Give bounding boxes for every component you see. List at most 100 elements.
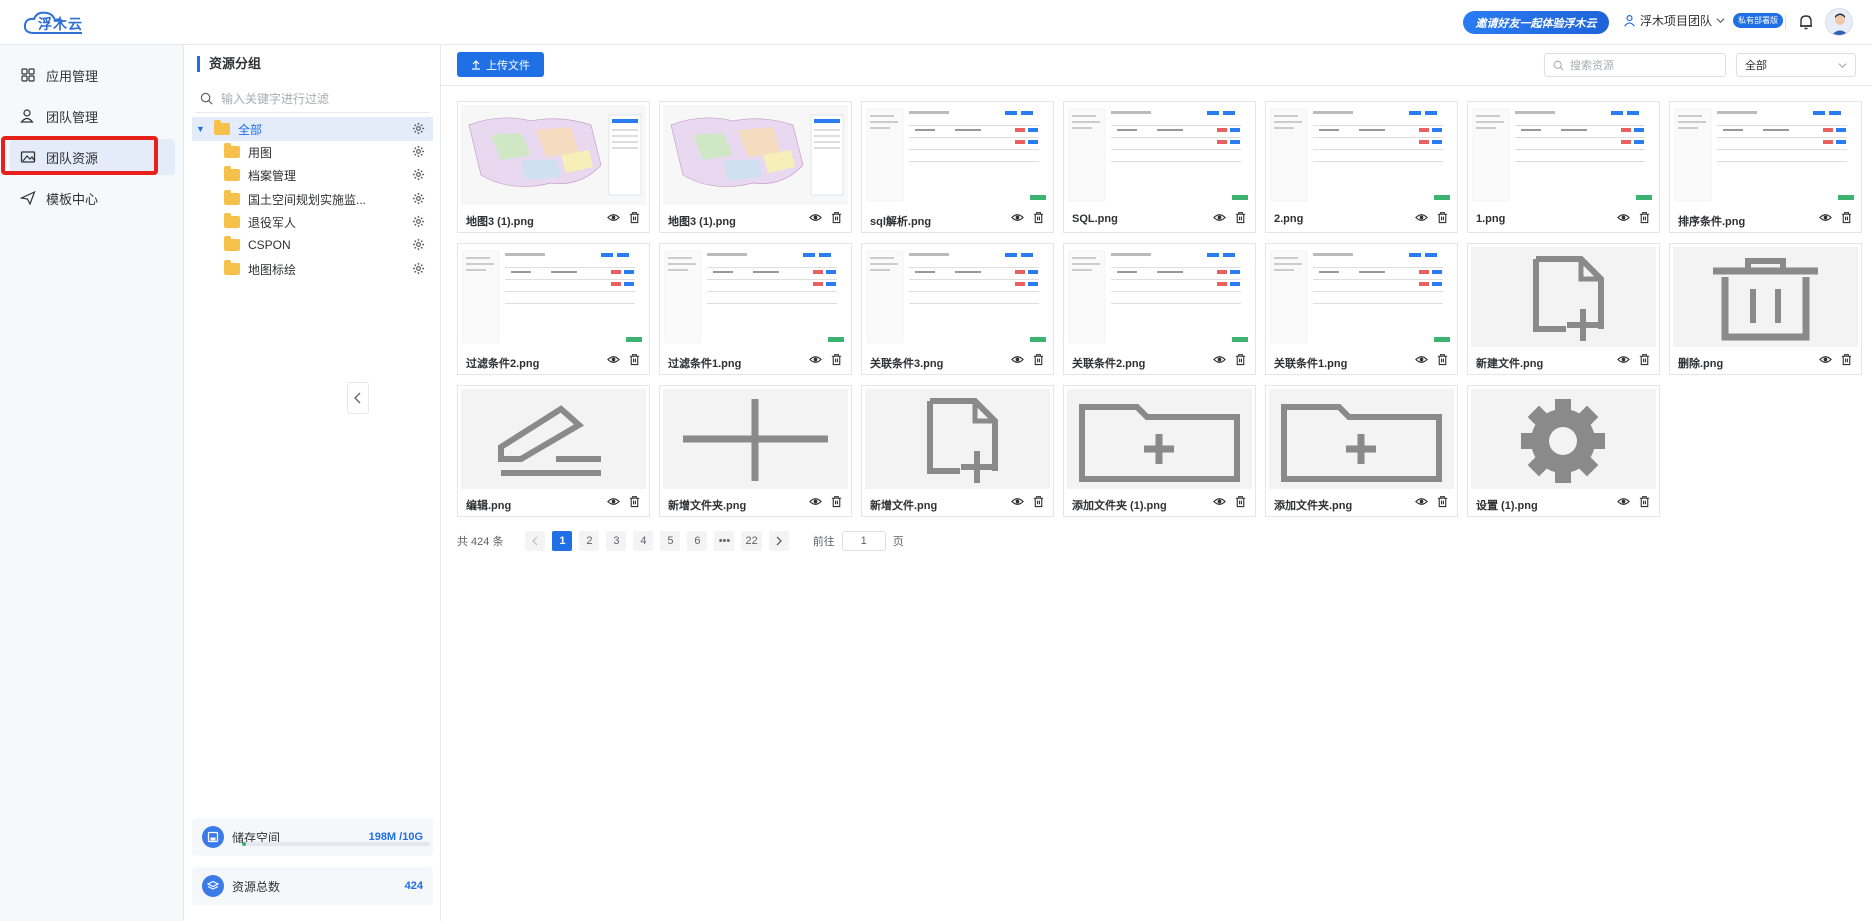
file-card[interactable]: 添加文件夹 (1).png [1063, 385, 1256, 517]
trash-icon[interactable] [830, 211, 843, 224]
bell-icon[interactable] [1797, 13, 1815, 31]
prev-page-button[interactable] [525, 531, 546, 551]
tree-node[interactable]: 国土空间规划实施监... [192, 187, 433, 211]
page-button[interactable]: 5 [660, 531, 681, 551]
file-thumbnail[interactable] [1067, 105, 1252, 205]
file-card[interactable]: 关联条件1.png [1265, 243, 1458, 375]
gear-icon[interactable] [412, 168, 425, 181]
eye-icon[interactable] [1213, 211, 1226, 224]
file-card[interactable]: 2.png [1265, 101, 1458, 233]
page-button[interactable]: 3 [606, 531, 627, 551]
file-card[interactable]: SQL.png [1063, 101, 1256, 233]
trash-icon[interactable] [1032, 353, 1045, 366]
trash-icon[interactable] [1436, 495, 1449, 508]
file-thumbnail[interactable] [865, 105, 1050, 205]
goto-page-input[interactable]: 1 [841, 531, 886, 551]
eye-icon[interactable] [607, 211, 620, 224]
page-button[interactable]: 22 [741, 531, 762, 551]
file-card[interactable]: 关联条件3.png [861, 243, 1054, 375]
upload-file-button[interactable]: 上传文件 [457, 52, 544, 77]
eye-icon[interactable] [1415, 353, 1428, 366]
gear-icon[interactable] [412, 238, 425, 251]
file-thumbnail[interactable] [1673, 105, 1858, 205]
invite-friends-button[interactable]: 邀请好友一起体验浮木云 [1463, 11, 1609, 34]
file-card[interactable]: 1.png [1467, 101, 1660, 233]
file-thumbnail[interactable] [1471, 105, 1656, 205]
trash-icon[interactable] [1638, 495, 1651, 508]
page-button[interactable]: 4 [633, 531, 654, 551]
collapse-panel-button[interactable] [347, 382, 369, 414]
gear-icon[interactable] [412, 262, 425, 275]
file-thumbnail[interactable] [1067, 389, 1252, 489]
eye-icon[interactable] [1617, 495, 1630, 508]
trash-icon[interactable] [1638, 211, 1651, 224]
next-page-button[interactable] [768, 531, 789, 551]
trash-icon[interactable] [1032, 211, 1045, 224]
eye-icon[interactable] [809, 353, 822, 366]
file-card[interactable]: 地图3 (1).png [457, 101, 650, 233]
file-card[interactable]: 新建文件.png [1467, 243, 1660, 375]
file-thumbnail[interactable] [865, 389, 1050, 489]
eye-icon[interactable] [1617, 353, 1630, 366]
page-button[interactable]: 1 [552, 531, 573, 551]
file-thumbnail[interactable] [663, 389, 848, 489]
trash-icon[interactable] [1436, 353, 1449, 366]
eye-icon[interactable] [1011, 211, 1024, 224]
eye-icon[interactable] [1213, 353, 1226, 366]
file-card[interactable]: 过滤条件1.png [659, 243, 852, 375]
file-card[interactable]: 删除.png [1669, 243, 1862, 375]
eye-icon[interactable] [1617, 211, 1630, 224]
trash-icon[interactable] [1234, 353, 1247, 366]
eye-icon[interactable] [607, 495, 620, 508]
file-thumbnail[interactable] [1067, 247, 1252, 347]
file-card[interactable]: 排序条件.png [1669, 101, 1862, 233]
file-thumbnail[interactable] [1471, 247, 1656, 347]
group-filter-input[interactable]: 输入关键字进行过滤 [196, 85, 430, 113]
file-card[interactable]: 编辑.png [457, 385, 650, 517]
file-thumbnail[interactable] [1471, 389, 1656, 489]
gear-icon[interactable] [412, 192, 425, 205]
sidebar-item-app-management[interactable]: 应用管理 [10, 57, 175, 93]
eye-icon[interactable] [607, 353, 620, 366]
eye-icon[interactable] [1011, 353, 1024, 366]
trash-icon[interactable] [1234, 495, 1247, 508]
resource-search-input[interactable]: 搜索资源 [1544, 53, 1726, 77]
tree-node-root[interactable]: ▼ 全部 [192, 117, 433, 141]
file-thumbnail[interactable] [865, 247, 1050, 347]
tree-node[interactable]: 用图 [192, 140, 433, 164]
sidebar-item-template-center[interactable]: 模板中心 [10, 180, 175, 216]
trash-icon[interactable] [1234, 211, 1247, 224]
gear-icon[interactable] [412, 145, 425, 158]
eye-icon[interactable] [1415, 211, 1428, 224]
file-thumbnail[interactable] [461, 247, 646, 347]
file-thumbnail[interactable] [1269, 247, 1454, 347]
trash-icon[interactable] [1638, 353, 1651, 366]
file-card[interactable]: 关联条件2.png [1063, 243, 1256, 375]
file-card[interactable]: 设置 (1).png [1467, 385, 1660, 517]
page-button[interactable]: 2 [579, 531, 600, 551]
eye-icon[interactable] [1213, 495, 1226, 508]
file-thumbnail[interactable] [1269, 389, 1454, 489]
trash-icon[interactable] [830, 495, 843, 508]
page-button[interactable]: 6 [687, 531, 708, 551]
gear-icon[interactable] [412, 215, 425, 228]
user-avatar[interactable] [1825, 8, 1853, 36]
trash-icon[interactable] [628, 353, 641, 366]
tree-node[interactable]: 地图标绘 [192, 257, 433, 281]
page-ellipsis[interactable]: ••• [714, 531, 735, 551]
file-card[interactable]: 过滤条件2.png [457, 243, 650, 375]
file-card[interactable]: 新增文件夹.png [659, 385, 852, 517]
team-switcher[interactable]: 浮木项目团队 私有部署版 [1623, 12, 1784, 29]
eye-icon[interactable] [1415, 495, 1428, 508]
file-thumbnail[interactable] [663, 247, 848, 347]
gear-icon[interactable] [412, 122, 425, 135]
eye-icon[interactable] [809, 211, 822, 224]
file-thumbnail[interactable] [1269, 105, 1454, 205]
file-card[interactable]: 新增文件.png [861, 385, 1054, 517]
tree-node[interactable]: 退役军人 [192, 210, 433, 234]
file-thumbnail[interactable] [461, 389, 646, 489]
type-filter-select[interactable]: 全部 [1736, 53, 1856, 77]
trash-icon[interactable] [830, 353, 843, 366]
eye-icon[interactable] [1011, 495, 1024, 508]
sidebar-item-team-management[interactable]: 团队管理 [10, 98, 175, 134]
